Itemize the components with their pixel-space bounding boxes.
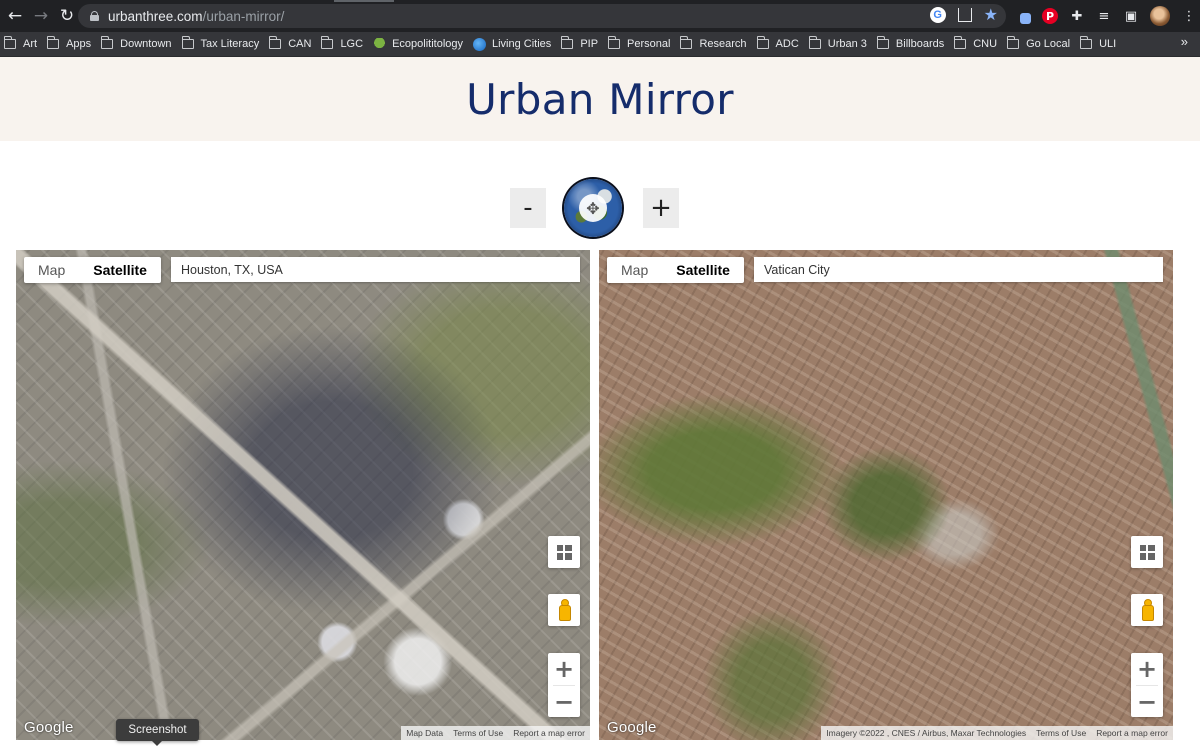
- map-type-control: Map Satellite: [24, 257, 161, 283]
- street-view-pegman-button[interactable]: [1131, 594, 1163, 626]
- folder-icon: [876, 36, 889, 49]
- bookmarks-bar: Art Apps Downtown Tax Literacy CAN LGC E…: [0, 32, 1200, 57]
- folder-icon: [1007, 36, 1020, 49]
- bookmark-folder[interactable]: Tax Literacy: [181, 34, 266, 54]
- bookmarks-overflow-icon[interactable]: »: [1181, 34, 1188, 49]
- bookmark-star-icon[interactable]: ★: [984, 7, 998, 23]
- map-zoom-out-button[interactable]: −: [1131, 686, 1163, 718]
- folder-icon: [561, 36, 574, 49]
- screenshot-tooltip: Screenshot: [116, 719, 199, 746]
- pan-globe-button[interactable]: ✥: [564, 179, 622, 237]
- extension-icon[interactable]: [1020, 13, 1031, 24]
- back-arrow-icon[interactable]: ←: [2, 3, 28, 29]
- folder-icon: [4, 36, 16, 49]
- pinterest-icon[interactable]: P: [1042, 8, 1058, 24]
- zoom-in-both-button[interactable]: +: [643, 188, 679, 228]
- folder-icon: [954, 36, 967, 49]
- map-vatican[interactable]: Map Satellite Vatican City + − Google Im…: [599, 250, 1173, 740]
- map-houston[interactable]: Map Satellite Houston, TX, USA + − Googl…: [16, 250, 590, 740]
- zoom-out-both-button[interactable]: -: [510, 188, 546, 228]
- map-attribution: Map Data Terms of Use Report a map error: [401, 726, 590, 740]
- bookmark-folder[interactable]: PIP: [561, 34, 604, 54]
- bookmark-folder[interactable]: Urban 3: [808, 34, 873, 54]
- bookmark-folder[interactable]: CNU: [954, 34, 1003, 54]
- bookmark-folder[interactable]: ADC: [756, 34, 805, 54]
- folder-icon: [101, 36, 114, 49]
- grid-layers-icon: [1139, 544, 1155, 560]
- google-logo: Google: [24, 719, 74, 736]
- url-path: /urban-mirror/: [202, 8, 285, 24]
- menu-kebab-icon[interactable]: ⋮: [1181, 8, 1197, 24]
- report-map-error-link[interactable]: Report a map error: [508, 728, 590, 738]
- map-type-satellite-button[interactable]: Satellite: [662, 257, 744, 283]
- pegman-icon: [1142, 599, 1154, 621]
- folder-icon: [47, 36, 60, 49]
- street-view-pegman-button[interactable]: [548, 594, 580, 626]
- map-zoom-control: + −: [1131, 653, 1163, 717]
- tree-icon: [373, 38, 387, 50]
- browser-toolbar: ← → ↻ urbanthree.com/urban-mirror/ G ★ P…: [0, 0, 1200, 32]
- folder-icon: [1080, 36, 1093, 49]
- bookmark-folder[interactable]: CAN: [269, 34, 317, 54]
- layers-button[interactable]: [1131, 536, 1163, 568]
- profile-avatar[interactable]: [1150, 6, 1170, 26]
- bookmark-folder[interactable]: ULI: [1080, 34, 1122, 54]
- google-logo: Google: [607, 719, 657, 736]
- lock-icon[interactable]: [90, 11, 99, 21]
- terms-of-use-link[interactable]: Terms of Use: [1031, 728, 1091, 738]
- bookmark-folder[interactable]: Personal: [608, 34, 676, 54]
- map-type-satellite-button[interactable]: Satellite: [79, 257, 161, 283]
- bookmark-folder[interactable]: Downtown: [101, 34, 177, 54]
- side-panel-icon[interactable]: ▣: [1123, 8, 1139, 24]
- map-data-link[interactable]: Map Data: [401, 728, 448, 738]
- bookmark-folder[interactable]: Go Local: [1007, 34, 1076, 54]
- reload-icon[interactable]: ↻: [54, 3, 80, 29]
- bookmark-folder[interactable]: Art: [4, 34, 43, 54]
- google-lens-icon[interactable]: G: [929, 7, 946, 23]
- imagery-attribution: Imagery ©2022 , CNES / Airbus, Maxar Tec…: [826, 728, 1027, 738]
- bookmark-link[interactable]: Ecopolititology: [373, 34, 469, 54]
- bookmark-folder[interactable]: Research: [680, 34, 752, 54]
- bookmark-link[interactable]: Living Cities: [473, 34, 557, 54]
- bookmark-folder[interactable]: LGC: [321, 34, 369, 54]
- folder-icon: [269, 36, 282, 49]
- active-tab-indicator: [334, 0, 394, 2]
- reading-list-icon[interactable]: ≡: [1096, 8, 1112, 24]
- globe-icon: [473, 37, 486, 51]
- layers-button[interactable]: [548, 536, 580, 568]
- pegman-icon: [559, 599, 571, 621]
- grid-layers-icon: [556, 544, 572, 560]
- url-host: urbanthree.com: [108, 8, 203, 24]
- map-attribution: Imagery ©2022 , CNES / Airbus, Maxar Tec…: [821, 726, 1173, 740]
- map-type-map-button[interactable]: Map: [24, 257, 79, 283]
- map-type-map-button[interactable]: Map: [607, 257, 662, 283]
- folder-icon: [321, 36, 334, 49]
- folder-icon: [756, 36, 769, 49]
- bookmark-folder[interactable]: Billboards: [876, 34, 950, 54]
- map-zoom-out-button[interactable]: −: [548, 686, 580, 718]
- address-bar[interactable]: urbanthree.com/urban-mirror/ G ★: [78, 4, 1006, 28]
- folder-icon: [181, 36, 194, 49]
- page-header: Urban Mirror: [0, 57, 1200, 141]
- terms-of-use-link[interactable]: Terms of Use: [448, 728, 508, 738]
- folder-icon: [808, 36, 821, 49]
- folder-icon: [608, 36, 621, 49]
- map-type-control: Map Satellite: [607, 257, 744, 283]
- map-zoom-in-button[interactable]: +: [1131, 653, 1163, 685]
- page-title: Urban Mirror: [466, 74, 734, 124]
- forward-arrow-icon[interactable]: →: [28, 3, 54, 29]
- map-zoom-control: + −: [548, 653, 580, 717]
- move-arrows-icon: ✥: [579, 194, 607, 222]
- share-icon[interactable]: [957, 8, 972, 22]
- report-map-error-link[interactable]: Report a map error: [1091, 728, 1173, 738]
- bookmark-folder[interactable]: Apps: [47, 34, 97, 54]
- location-search-input[interactable]: Houston, TX, USA: [171, 257, 580, 282]
- map-zoom-in-button[interactable]: +: [548, 653, 580, 685]
- folder-icon: [680, 36, 693, 49]
- extensions-puzzle-icon[interactable]: ✚: [1069, 8, 1085, 24]
- location-search-input[interactable]: Vatican City: [754, 257, 1163, 282]
